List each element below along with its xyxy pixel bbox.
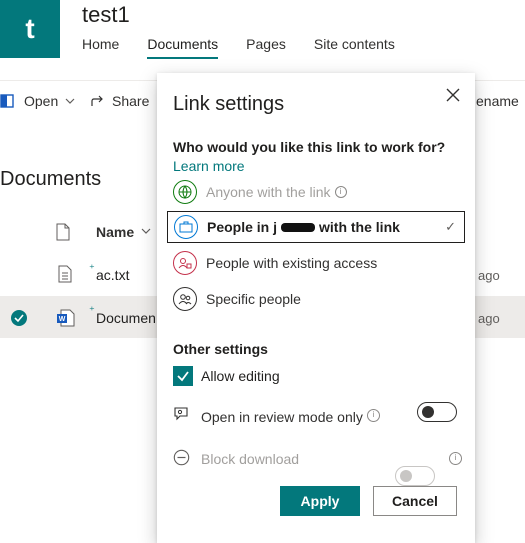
allow-editing-checkbox[interactable] [173,366,193,386]
site-title[interactable]: test1 [82,2,130,28]
block-download-label: Block download [201,451,300,467]
site-logo[interactable]: t [0,0,60,58]
nav-pages[interactable]: Pages [246,36,286,59]
word-doc-icon [0,94,14,108]
rename-label: ename [476,93,519,109]
chevron-down-icon [65,98,75,104]
option-existing-access[interactable]: People with existing access [167,248,463,278]
nav-site-contents[interactable]: Site contents [314,36,395,59]
toggle-knob [400,470,412,482]
modified-time: ago [478,268,500,283]
review-mode-label: Open in review mode only [201,409,363,425]
file-name[interactable]: Documen [96,310,156,326]
audience-question: Who would you like this link to work for… [173,139,446,155]
svg-text:W: W [59,316,66,323]
modified-time: ago [478,311,500,326]
info-icon[interactable]: i [449,452,462,465]
option-label: Anyone with the link [206,184,331,200]
toggle-knob [422,406,434,418]
people-icon [173,287,197,311]
review-mode-icon [174,407,188,421]
option-label-end: with the link [319,219,400,235]
option-people-in-org[interactable]: People in j with the link ✓ [167,211,465,243]
review-mode-toggle[interactable] [417,402,457,422]
new-item-icon: ⁺ [89,263,95,275]
block-download-toggle [395,466,435,486]
info-icon[interactable]: i [334,186,347,198]
option-specific-people[interactable]: Specific people [167,284,463,314]
nav-documents[interactable]: Documents [147,36,219,59]
info-icon[interactable]: i [367,409,380,422]
option-label: Specific people [206,291,301,307]
check-icon: ✓ [445,219,456,234]
text-file-icon [58,265,72,283]
apply-button[interactable]: Apply [280,486,360,516]
site-nav: Home Documents Pages Site contents [82,36,423,59]
close-icon[interactable] [443,85,463,105]
organization-icon [174,215,198,239]
nav-home[interactable]: Home [82,36,119,59]
existing-access-icon [173,251,197,275]
chevron-down-icon [141,228,151,234]
open-button[interactable]: Open [0,93,76,109]
option-anyone: Anyone with the link i [167,177,463,207]
share-icon [91,95,103,106]
checkmark-icon [177,371,189,382]
block-icon [173,449,190,466]
link-settings-dialog: Link settings Who would you like this li… [157,73,475,543]
allow-editing-label: Allow editing [201,368,280,384]
learn-more-link[interactable]: Learn more [173,158,245,174]
open-label: Open [24,93,59,109]
share-label: Share [112,93,150,109]
other-settings-heading: Other settings [173,341,268,357]
globe-icon [173,180,197,204]
dialog-title: Link settings [173,93,285,115]
new-item-icon: ⁺ [89,305,95,317]
redacted-text [281,222,316,232]
file-type-icon [56,223,70,241]
option-label: People in j [207,219,278,235]
word-doc-icon: W [57,309,75,327]
selected-check-icon[interactable] [10,309,28,327]
column-name[interactable]: Name [96,224,134,240]
file-name[interactable]: ac.txt [96,267,129,283]
option-label: People with existing access [206,255,378,271]
cancel-button[interactable]: Cancel [373,486,457,516]
share-button[interactable]: Share [90,93,149,109]
rename-button[interactable]: ename [476,93,519,109]
library-heading: Documents [0,168,102,190]
